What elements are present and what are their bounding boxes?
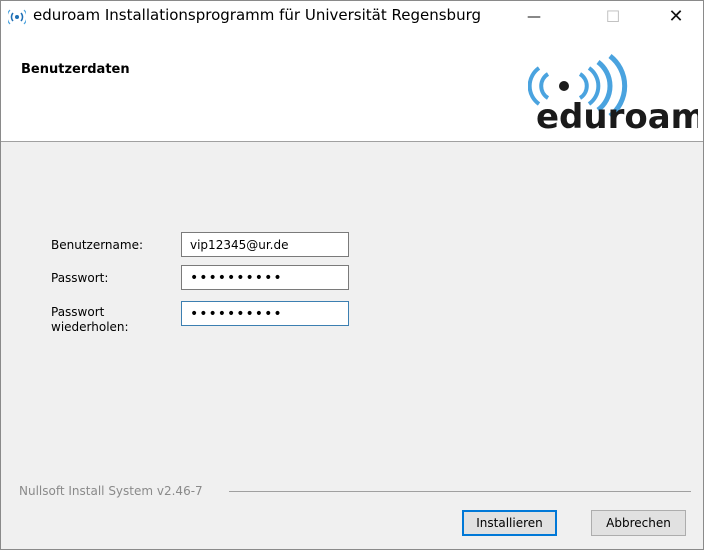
install-button[interactable]: Installieren	[462, 510, 557, 536]
password-label: Passwort:	[51, 271, 109, 285]
password-value: ••••••••••	[190, 269, 283, 286]
logo-text: eduroam	[536, 97, 698, 134]
username-input[interactable]: vip12345@ur.de	[181, 232, 349, 257]
page-title: Benutzerdaten	[21, 62, 130, 77]
window-title: eduroam Installationsprogramm für Univer…	[33, 6, 482, 24]
maximize-icon: ☐	[605, 7, 621, 26]
eduroam-logo: eduroam	[528, 54, 698, 134]
cancel-button[interactable]: Abbrechen	[591, 510, 686, 536]
username-value: vip12345@ur.de	[190, 237, 289, 252]
password-input[interactable]: ••••••••••	[181, 265, 349, 290]
minimize-button[interactable]: —	[511, 1, 557, 32]
password-repeat-input[interactable]: ••••••••••	[181, 301, 349, 326]
nsis-branding-text: Nullsoft Install System v2.46-7	[19, 484, 203, 498]
password-repeat-value: ••••••••••	[190, 305, 283, 322]
title-bar[interactable]: eduroam Installationsprogramm für Univer…	[1, 1, 703, 32]
close-button[interactable]: ✕	[653, 1, 699, 32]
password-repeat-label-line2: wiederholen:	[51, 320, 129, 334]
eduroam-app-icon	[8, 9, 26, 25]
branding-divider	[229, 491, 691, 492]
maximize-button[interactable]: ☐	[590, 1, 636, 32]
close-icon: ✕	[668, 6, 684, 27]
username-label: Benutzername:	[51, 238, 144, 252]
password-repeat-label-line1: Passwort	[51, 305, 105, 319]
page-header: Benutzerdaten eduroam	[1, 32, 703, 142]
installer-window: eduroam Installationsprogramm für Univer…	[0, 0, 704, 550]
minimize-icon: —	[527, 8, 541, 25]
